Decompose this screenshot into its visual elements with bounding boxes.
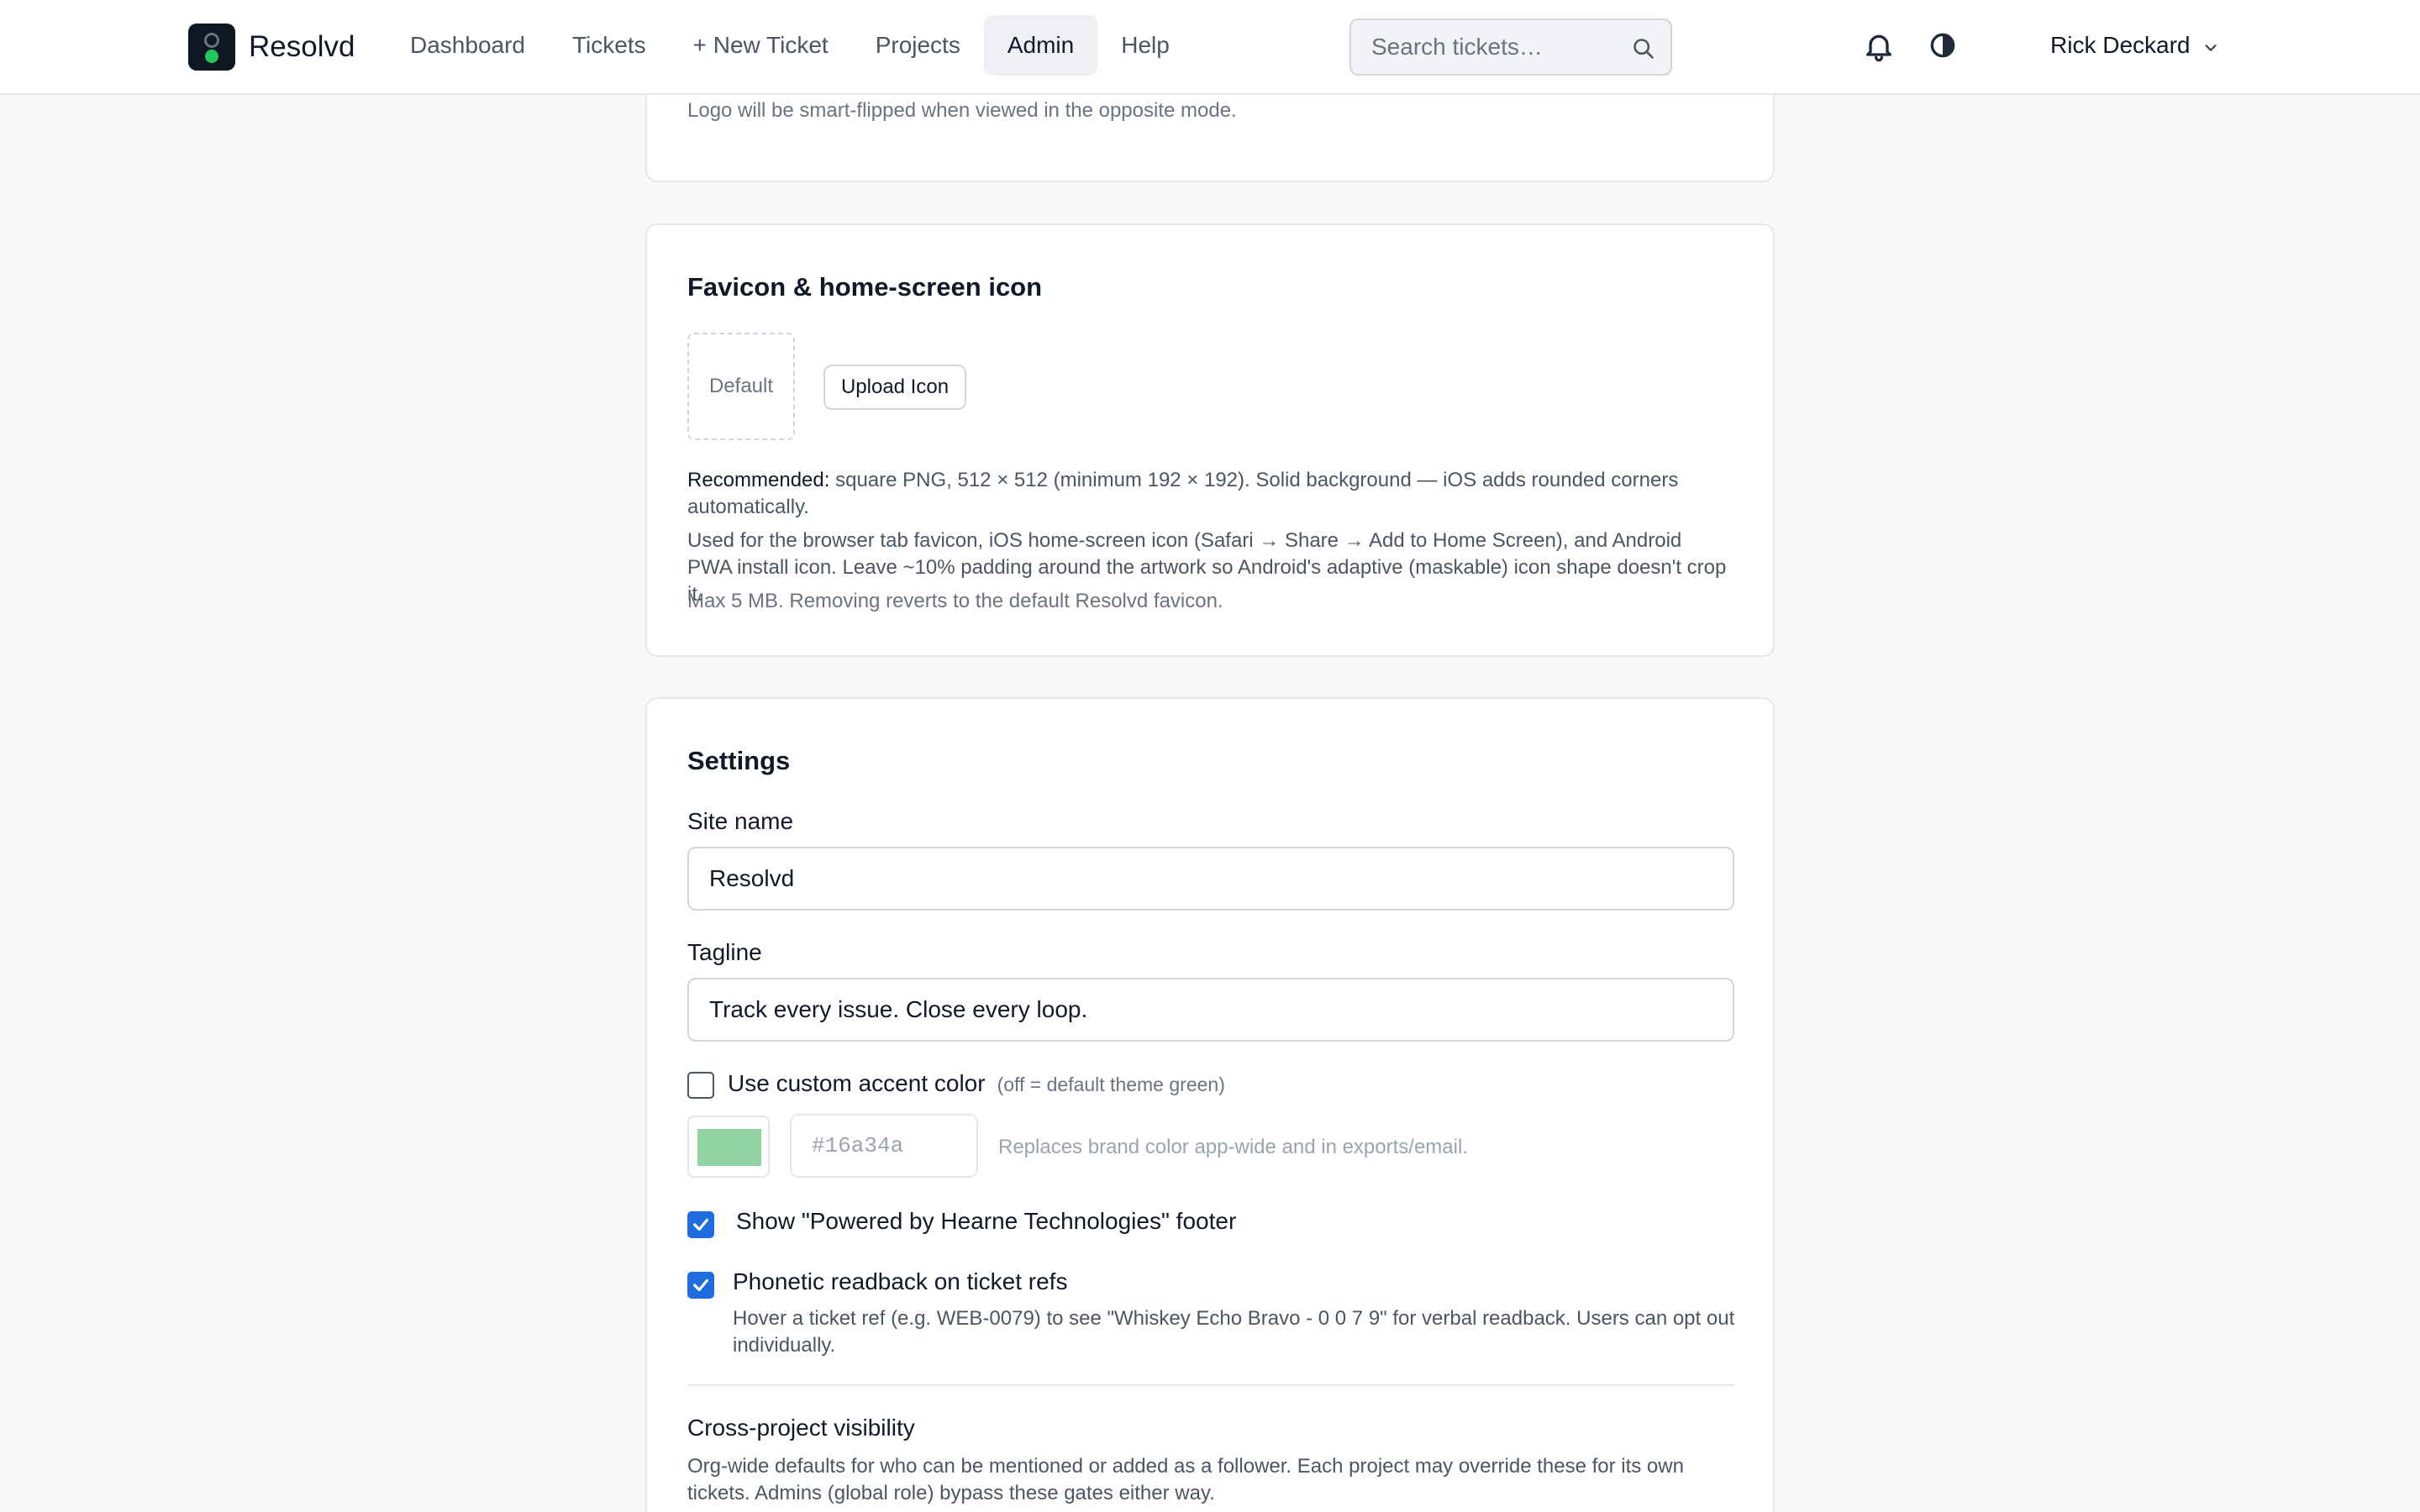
phonetic-checkbox[interactable] — [687, 1272, 714, 1299]
tagline-label: Tagline — [687, 939, 762, 965]
custom-accent-label: Use custom accent color — [728, 1070, 986, 1096]
favicon-card: Favicon & home-screen icon Default Uploa… — [645, 223, 1775, 657]
tagline-input[interactable] — [687, 978, 1734, 1042]
upload-icon-button[interactable]: Upload Icon — [823, 365, 966, 410]
accent-color-swatch — [697, 1129, 761, 1166]
custom-accent-checkbox[interactable] — [687, 1072, 714, 1099]
cross-project-title: Cross-project visibility — [687, 1415, 915, 1441]
nav-tickets[interactable]: Tickets — [549, 15, 670, 76]
settings-card: Settings Site name Tagline Use custom ac… — [645, 697, 1775, 1512]
favicon-preview: Default — [687, 333, 795, 440]
brand-logo-icon — [188, 24, 235, 71]
nav-new-ticket[interactable]: + New Ticket — [670, 15, 852, 76]
brand-name: Resolvd — [249, 30, 355, 63]
favicon-title: Favicon & home-screen icon — [687, 272, 1043, 302]
checkmark-icon — [693, 1218, 708, 1231]
search-input[interactable] — [1351, 20, 1628, 74]
brand[interactable]: Resolvd — [188, 23, 355, 71]
recommended-text: square PNG, 512 × 512 (minimum 192 × 192… — [687, 469, 1679, 518]
phonetic-label: Phonetic readback on ticket refs — [733, 1268, 1068, 1294]
nav-help[interactable]: Help — [1097, 15, 1193, 76]
site-name-label: Site name — [687, 808, 794, 834]
favicon-preview-label: Default — [708, 375, 774, 397]
powered-by-checkbox[interactable] — [687, 1211, 714, 1238]
settings-title: Settings — [687, 746, 791, 775]
custom-accent-row: Use custom accent color (off = default th… — [728, 1070, 1225, 1097]
search-box — [1349, 18, 1672, 76]
recommended-label: Recommended: — [687, 469, 830, 491]
accent-hint: Replaces brand color app-wide and in exp… — [998, 1136, 1468, 1158]
search-icon[interactable] — [1632, 37, 1655, 60]
logo-note: Logo will be smart-flipped when viewed i… — [687, 99, 1237, 122]
accent-color-picker[interactable] — [687, 1116, 770, 1178]
powered-by-label: Show "Powered by Hearne Technologies" fo… — [736, 1208, 1237, 1234]
bell-icon[interactable] — [1862, 29, 1896, 64]
top-nav: Resolvd Dashboard Tickets + New Ticket P… — [0, 0, 2420, 95]
contrast-icon[interactable] — [1929, 32, 1956, 59]
user-menu[interactable]: Rick Deckard — [2050, 25, 2220, 66]
site-name-input[interactable] — [687, 847, 1734, 911]
favicon-max: Max 5 MB. Removing reverts to the defaul… — [687, 590, 1223, 612]
nav-dashboard[interactable]: Dashboard — [387, 15, 549, 76]
accent-hex-input[interactable] — [790, 1114, 978, 1178]
chevron-down-icon — [2205, 45, 2217, 51]
favicon-recommended: Recommended: square PNG, 512 × 512 (mini… — [687, 467, 1729, 521]
main-nav: Dashboard Tickets + New Ticket Projects … — [387, 15, 1193, 76]
user-name: Rick Deckard — [2050, 32, 2191, 58]
nav-projects[interactable]: Projects — [852, 15, 984, 76]
nav-admin[interactable]: Admin — [983, 15, 1098, 76]
section-divider — [687, 1384, 1734, 1386]
checkmark-icon — [693, 1278, 708, 1292]
phonetic-desc: Hover a ticket ref (e.g. WEB-0079) to se… — [733, 1307, 1735, 1357]
cross-project-desc: Org-wide defaults for who can be mention… — [687, 1455, 1684, 1504]
custom-accent-hint: (off = default theme green) — [997, 1074, 1225, 1095]
